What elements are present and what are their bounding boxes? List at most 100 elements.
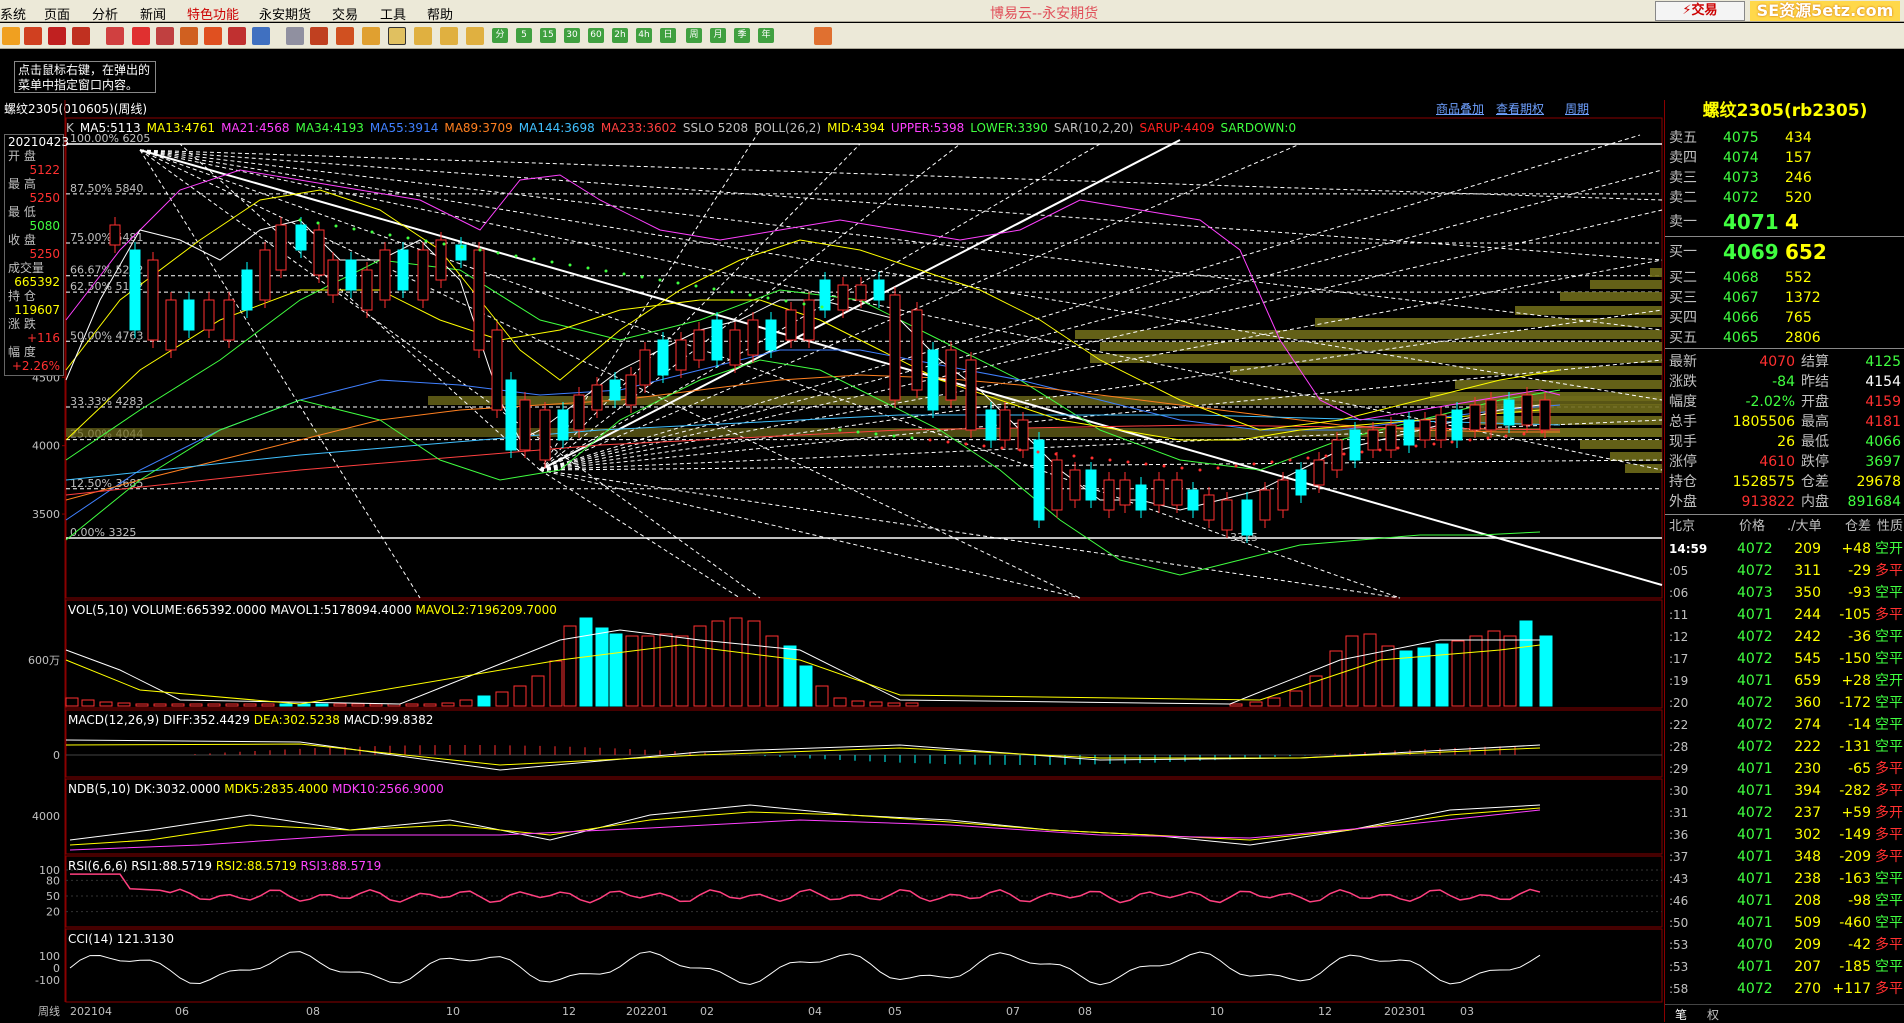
tick-delta: +28 [1841,673,1871,689]
ask-name: 卖二 [1669,190,1697,206]
tick-volume: 238 [1794,871,1821,887]
tick-time: 14:59 [1669,542,1708,556]
volume-bar [747,620,761,707]
fib-label: 50.00% 4763 [70,329,143,342]
candle [491,329,503,411]
tick-type: 多平 [1875,563,1903,579]
volume-bar [851,700,865,707]
bid-name: 买三 [1669,290,1697,306]
candle [639,349,651,386]
candle [1277,479,1289,511]
tick-row: :31 4072 237 +59 多开 [1665,802,1904,824]
sar-dot [1288,458,1292,462]
rsi-y-tick: 50 [46,890,60,903]
sar-dot [1108,458,1112,462]
tick-price: 4072 [1737,541,1773,557]
tick-type: 多平 [1875,937,1903,953]
tick-delta: -460 [1839,915,1871,931]
sar-dot [514,254,518,258]
volume-bar [477,695,491,707]
bid-row: 买二 4068 552 [1665,268,1904,288]
stat-label: 外盘 [1669,494,1697,510]
sar-dot [1378,448,1382,452]
stat-label: 昨结 [1801,374,1829,390]
candle [889,294,901,401]
tick-header-cell: 性质 [1877,519,1904,534]
tick-row: :11 4071 244 -105 多平 [1665,604,1904,626]
legend-item: MA21:4568 [221,121,290,135]
candle [1153,479,1165,506]
volume-bar [1503,635,1517,707]
sar-dot [892,434,896,438]
tick-time: :31 [1669,806,1689,820]
macd-y-tick: 0 [53,749,60,762]
volume-bar [1309,675,1323,707]
fan-line [539,259,1663,471]
legend-item: UPPER:5398 [890,121,965,135]
boll-mid [65,289,1541,441]
legend-item: MID:4394 [827,121,885,135]
x-tick: 12 [562,1005,576,1018]
tick-time: :20 [1669,696,1689,710]
volume-bar [887,702,901,707]
tick-row: :22 4072 274 -14 空平 [1665,714,1904,736]
candle [573,394,585,431]
tick-price: 4071 [1737,827,1773,843]
tick-type: 空平 [1875,959,1903,975]
volume-bar [135,703,149,707]
x-tick: 12 [1318,1005,1332,1018]
sar-dot [1090,456,1094,460]
x-tick: 10 [446,1005,460,1018]
sar-dot [964,442,968,446]
candle [397,249,409,291]
tick-type: 多平 [1875,607,1903,623]
tick-delta: -150 [1839,651,1871,667]
volume-bar [625,635,639,707]
ask-price: 4072 [1723,190,1759,206]
candle [945,349,957,401]
tick-price: 4071 [1737,893,1773,909]
candle [785,309,797,341]
tick-time: :19 [1669,674,1689,688]
tick-time: :30 [1669,784,1689,798]
stat-value: 913822 [1741,494,1795,510]
candle [147,259,159,341]
tab-rights[interactable]: 权 [1707,1006,1719,1023]
trade-button[interactable]: ⚡交易 [1655,1,1745,21]
tick-delta: -36 [1848,629,1871,645]
volume-bar [207,703,221,707]
candle [1419,419,1431,441]
rsi-y-tick: 20 [46,906,60,919]
tick-time: :29 [1669,762,1689,776]
ask-name: 卖五 [1669,130,1697,146]
tab-ticks[interactable]: 笔 [1675,1006,1687,1023]
sar-dot [1540,430,1544,434]
volume-bar [815,685,829,707]
candle [1051,459,1063,511]
x-tick: 202301 [1384,1005,1426,1018]
x-tick: 06 [175,1005,189,1018]
candle [729,329,741,366]
candle [435,239,447,281]
tick-delta: -131 [1839,739,1871,755]
tick-volume: 274 [1794,717,1821,733]
stat-value: -84 [1772,374,1795,390]
volume-bar [243,703,257,707]
ask-name: 卖四 [1669,150,1697,166]
volume-bar [441,702,455,707]
tick-time: :58 [1669,982,1689,996]
sar-dot [496,251,500,255]
tick-type: 多开 [1875,805,1903,821]
tick-volume: 237 [1794,805,1821,821]
tick-time: :53 [1669,938,1689,952]
rsi-label: RSI(6,6,6) RSI1:88.5719 RSI2:88.5719 RSI… [68,859,382,873]
tick-header-cell: 价格 [1739,519,1766,534]
tick-time: :46 [1669,894,1689,908]
sar-dot [406,236,410,240]
volume-bar [1469,635,1483,707]
tick-type: 空开 [1875,673,1903,689]
stat-value: 4070 [1759,354,1795,370]
candle [1221,499,1233,531]
volume-bar [1267,697,1281,707]
volume-profile-bar [1560,292,1662,301]
